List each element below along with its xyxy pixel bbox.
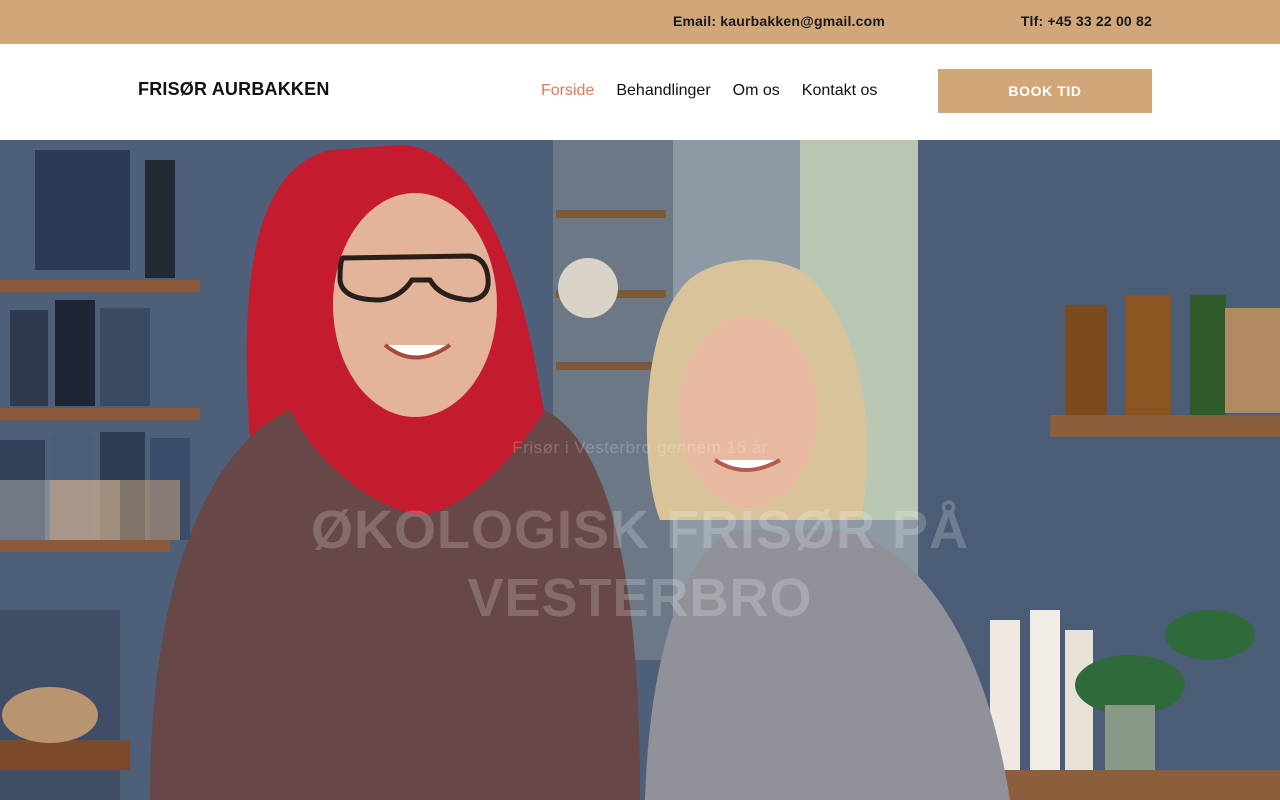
hero-title: ØKOLOGISK FRISØR PÅ VESTERBRO [310, 500, 970, 628]
contact-phone[interactable]: Tlf: +45 33 22 00 82 [1021, 13, 1152, 29]
main-nav: Forside Behandlinger Om os Kontakt os [541, 82, 877, 100]
top-info-bar: Email: kaurbakken@gmail.com Tlf: +45 33 … [0, 0, 1280, 44]
hero-section: Frisør i Vesterbro gennem 15 år ØKOLOGIS… [0, 140, 1280, 800]
nav-item-forside[interactable]: Forside [541, 82, 594, 100]
site-header: FRISØR AURBAKKEN Forside Behandlinger Om… [0, 44, 1280, 140]
nav-item-kontakt-os[interactable]: Kontakt os [802, 82, 878, 100]
book-appointment-button[interactable]: BOOK TID [938, 69, 1152, 113]
site-logo[interactable]: FRISØR AURBAKKEN [138, 79, 330, 100]
contact-email[interactable]: Email: kaurbakken@gmail.com [673, 13, 885, 29]
hero-subtitle: Frisør i Vesterbro gennem 15 år [512, 438, 768, 457]
nav-item-behandlinger[interactable]: Behandlinger [616, 82, 710, 100]
hero-photo [0, 140, 1280, 800]
nav-item-om-os[interactable]: Om os [733, 82, 780, 100]
